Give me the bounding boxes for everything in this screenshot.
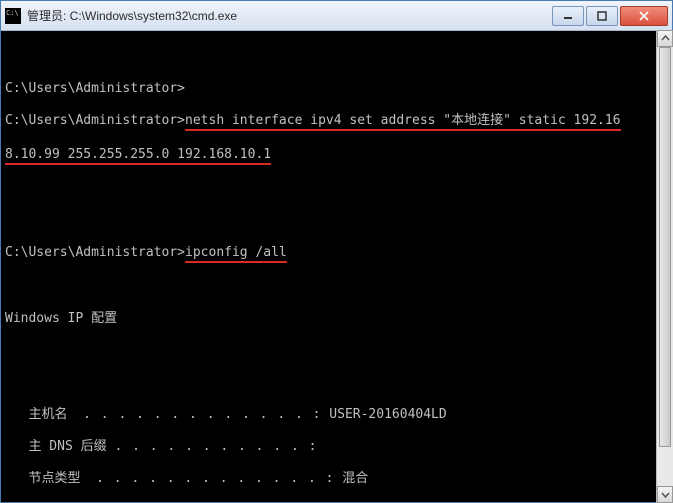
prompt: C:\Users\Administrator>: [5, 113, 185, 128]
node-type-label: 节点类型: [5, 471, 96, 486]
maximize-icon: [597, 11, 607, 21]
netsh-command-part1: netsh interface ipv4 set address "本地连接" …: [185, 113, 621, 131]
dots: . . . . . . . . . . . :: [114, 439, 317, 454]
titlebar: 管理员: C:\Windows\system32\cmd.exe: [1, 1, 672, 31]
window-controls: [552, 6, 668, 26]
hostname-value: USER-20160404LD: [329, 407, 446, 423]
close-icon: [639, 11, 649, 21]
window-title: 管理员: C:\Windows\system32\cmd.exe: [27, 7, 552, 24]
minimize-button[interactable]: [552, 6, 584, 26]
prompt: C:\Users\Administrator>: [5, 81, 185, 96]
terminal-inner: C:\Users\Administrator> C:\Users\Adminis…: [5, 65, 668, 502]
cmd-icon: [5, 8, 21, 24]
maximize-button[interactable]: [586, 6, 618, 26]
ipconfig-command: ipconfig /all: [185, 245, 287, 263]
section-header: Windows IP 配置: [5, 311, 117, 326]
scroll-up-button[interactable]: [657, 30, 673, 47]
prompt: C:\Users\Administrator>: [5, 245, 185, 260]
terminal-output[interactable]: C:\Users\Administrator> C:\Users\Adminis…: [1, 31, 672, 502]
primary-dns-label: 主 DNS 后缀: [5, 439, 114, 454]
node-type-value: 混合: [342, 471, 368, 487]
dots: . . . . . . . . . . . . . :: [83, 407, 321, 422]
close-button[interactable]: [620, 6, 668, 26]
vertical-scrollbar[interactable]: [656, 30, 673, 503]
hostname-label: 主机名: [5, 407, 83, 422]
cmd-window: 管理员: C:\Windows\system32\cmd.exe C:\User…: [0, 0, 673, 503]
netsh-command-part2: 8.10.99 255.255.255.0 192.168.10.1: [5, 147, 271, 165]
scrollbar-thumb[interactable]: [659, 47, 671, 447]
chevron-up-icon: [661, 34, 670, 43]
chevron-down-icon: [661, 490, 670, 499]
scroll-down-button[interactable]: [657, 486, 673, 503]
dots: . . . . . . . . . . . . . :: [96, 471, 334, 486]
minimize-icon: [563, 11, 573, 21]
